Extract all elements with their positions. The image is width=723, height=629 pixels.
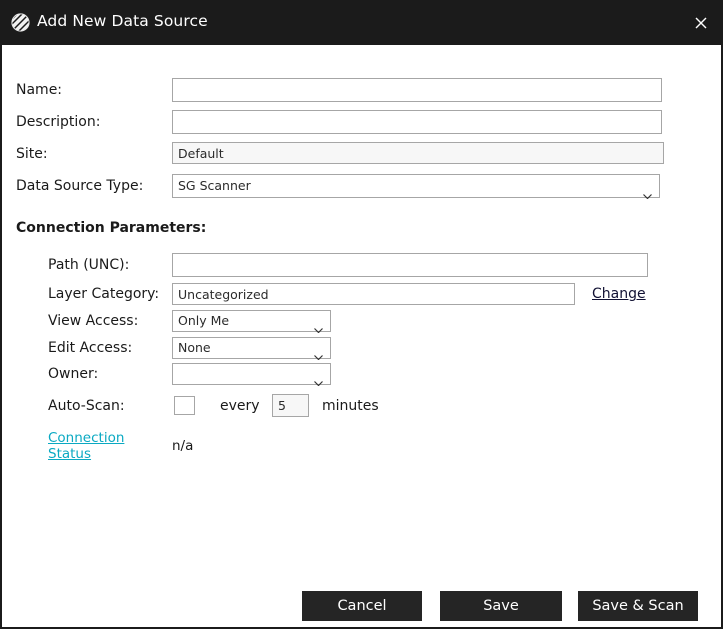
close-icon[interactable] bbox=[687, 9, 715, 37]
view-access-select[interactable]: Only Me bbox=[172, 310, 331, 334]
connection-status-value: n/a bbox=[172, 438, 194, 454]
owner-select[interactable] bbox=[172, 363, 331, 387]
chevron-down-icon bbox=[314, 372, 323, 387]
edit-access-select[interactable]: None bbox=[172, 337, 331, 361]
chevron-down-icon bbox=[314, 346, 323, 361]
data-source-type-value: SG Scanner bbox=[178, 178, 251, 193]
auto-scan-units-label: minutes bbox=[322, 398, 379, 414]
owner-label: Owner: bbox=[48, 366, 99, 382]
save-button[interactable]: Save bbox=[440, 591, 562, 621]
auto-scan-every-label: every bbox=[220, 398, 260, 414]
description-input[interactable] bbox=[172, 110, 662, 134]
cancel-button[interactable]: Cancel bbox=[302, 591, 422, 621]
change-layer-category-link[interactable]: Change bbox=[592, 286, 646, 302]
view-access-label: View Access: bbox=[48, 313, 139, 329]
data-source-type-select[interactable]: SG Scanner bbox=[172, 174, 660, 200]
chevron-down-icon bbox=[314, 319, 323, 334]
view-access-value: Only Me bbox=[178, 313, 230, 328]
connection-status-link-line2: Status bbox=[48, 446, 92, 462]
layer-category-label: Layer Category: bbox=[48, 286, 160, 302]
connection-status-link[interactable]: Connection Status bbox=[48, 430, 128, 462]
auto-scan-label: Auto-Scan: bbox=[48, 398, 125, 414]
edit-access-label: Edit Access: bbox=[48, 340, 133, 356]
connection-status-link-line1: Connection bbox=[48, 430, 125, 446]
globe-icon bbox=[10, 12, 31, 33]
layer-category-input[interactable] bbox=[172, 283, 575, 305]
auto-scan-interval-input[interactable] bbox=[272, 394, 309, 417]
save-and-scan-button[interactable]: Save & Scan bbox=[578, 591, 698, 621]
path-unc-label: Path (UNC): bbox=[48, 257, 130, 273]
site-input[interactable] bbox=[172, 142, 664, 164]
edit-access-value: None bbox=[178, 340, 211, 355]
name-input[interactable] bbox=[172, 78, 662, 102]
site-label: Site: bbox=[16, 146, 48, 162]
title-bar: Add New Data Source bbox=[2, 0, 721, 45]
auto-scan-checkbox[interactable] bbox=[174, 396, 195, 415]
description-label: Description: bbox=[16, 114, 101, 130]
data-source-type-label: Data Source Type: bbox=[16, 178, 144, 194]
chevron-down-icon bbox=[643, 184, 652, 200]
add-data-source-dialog: Add New Data Source Name: Description: S… bbox=[0, 0, 723, 629]
name-label: Name: bbox=[16, 82, 63, 98]
path-unc-input[interactable] bbox=[172, 253, 648, 277]
window-title: Add New Data Source bbox=[37, 12, 208, 30]
connection-parameters-heading: Connection Parameters: bbox=[16, 220, 207, 236]
